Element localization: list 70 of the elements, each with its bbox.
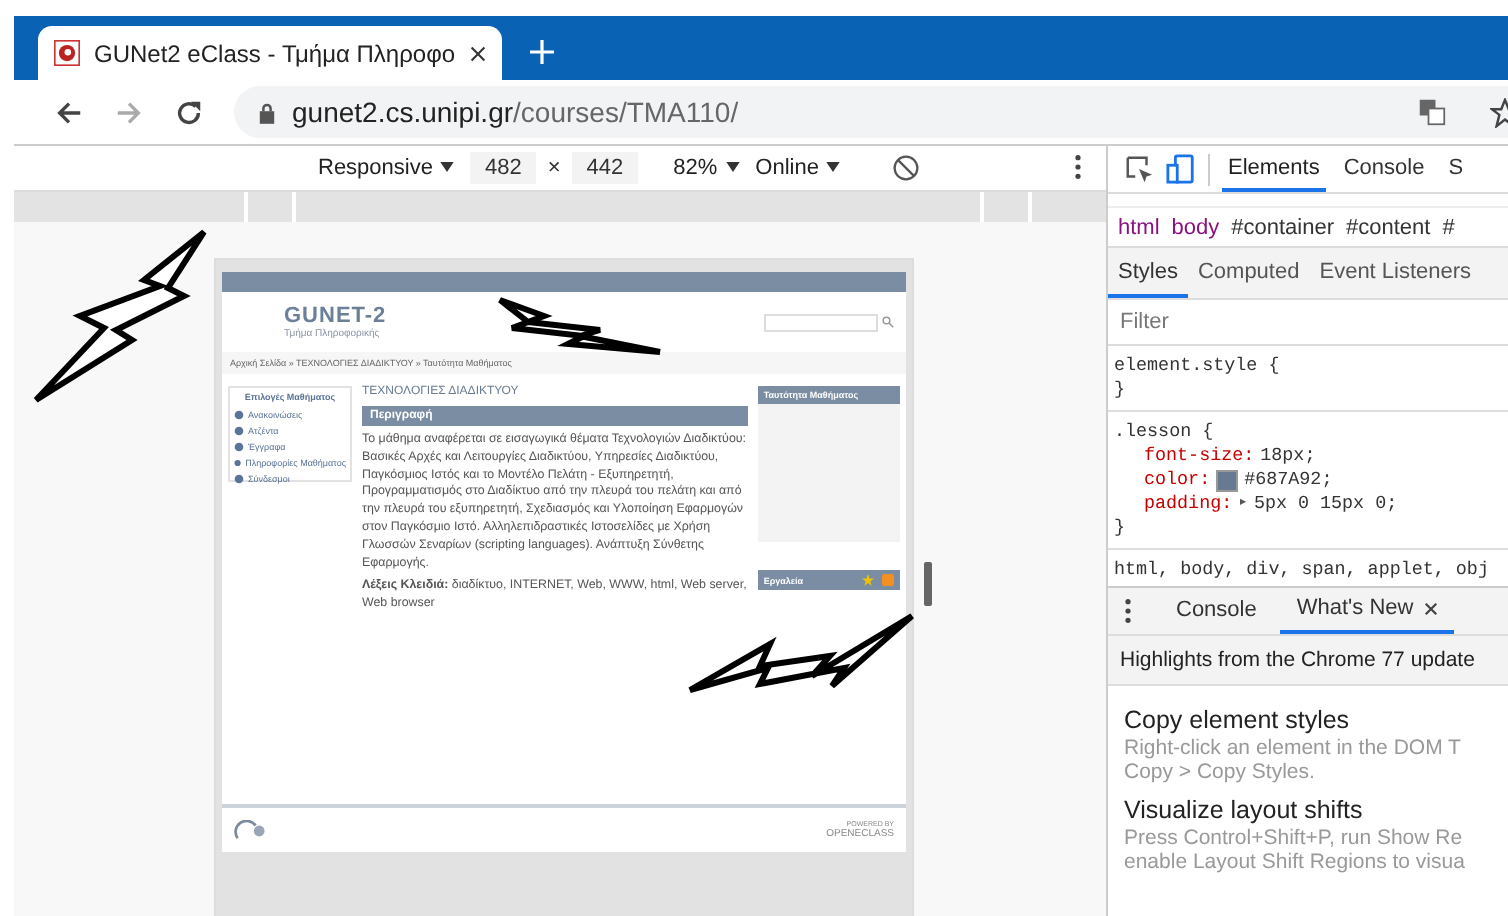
brace: { (1268, 354, 1280, 376)
bullet-icon (234, 473, 244, 483)
bullet-icon (234, 409, 244, 419)
feature-title: Copy element styles (1124, 706, 1352, 734)
bullet-icon (234, 425, 244, 435)
filter-field[interactable]: Filter (1108, 310, 1492, 334)
device-icon[interactable] (1166, 154, 1196, 184)
bullet-icon (234, 457, 242, 467)
logo-icon (54, 40, 80, 66)
breadcrumb-item[interactable]: # (1442, 215, 1455, 239)
search-field[interactable] (764, 313, 878, 331)
star-icon[interactable] (862, 574, 874, 586)
breadcrumb-item[interactable]: #content (1346, 215, 1431, 239)
css-property: color: (1144, 468, 1211, 492)
browser-tab[interactable]: GUNet2 eClass - Τμήμα Πληροφο (38, 26, 502, 80)
feature-title: Visualize layout shifts (1124, 796, 1365, 824)
times-sign: × (547, 155, 561, 180)
devtools-tab[interactable]: Elements (1222, 146, 1326, 192)
feature-description: Copy > Copy Styles. (1124, 760, 1317, 784)
bullet-icon (234, 441, 244, 451)
devtools-tab[interactable]: S (1442, 146, 1470, 192)
close-icon[interactable] (469, 45, 486, 61)
breadcrumb-item[interactable]: body (1171, 215, 1220, 239)
resize-handle[interactable] (924, 562, 932, 606)
feature-description: Press Control+Shift+P, run Show Re (1124, 826, 1465, 850)
caret-icon (826, 162, 841, 173)
rotate-icon[interactable] (892, 153, 921, 182)
search-icon[interactable] (882, 316, 894, 328)
css-value: 5px 0 15px 0; (1253, 492, 1398, 516)
expand-toggle[interactable]: ▸ (1238, 492, 1248, 516)
styles-tab[interactable]: Event Listeners (1309, 248, 1482, 298)
inspect-icon[interactable] (1124, 154, 1154, 184)
color-swatch[interactable] (1216, 469, 1239, 491)
caret-icon (440, 162, 455, 173)
css-value: 18px; (1260, 444, 1316, 468)
more-icon[interactable] (1124, 598, 1132, 624)
css-selector: html, body, div, span, applet, obj (1114, 558, 1489, 580)
network-dropdown[interactable]: Online (755, 155, 841, 180)
width-field[interactable]: 482 (470, 151, 536, 184)
back-icon[interactable] (54, 97, 84, 127)
breadcrumb-item[interactable]: #container (1231, 215, 1335, 239)
translate-icon[interactable] (1418, 98, 1446, 126)
css-property: padding: (1144, 492, 1233, 516)
brace: } (1114, 516, 1126, 538)
styles-tab[interactable]: Styles (1108, 248, 1188, 298)
caret-icon (725, 162, 740, 173)
more-icon[interactable] (1074, 154, 1082, 181)
site-logo: GUNET-2 (284, 304, 387, 328)
devtools-tab[interactable]: Console (1337, 146, 1431, 192)
info-banner: Highlights from the Chrome 77 update (1108, 636, 1508, 686)
feature-description: enable Layout Shift Regions to visua (1124, 850, 1467, 874)
breadcrumb-item[interactable]: html (1118, 215, 1160, 239)
device-dropdown[interactable]: Responsive (318, 155, 455, 180)
reload-icon[interactable] (174, 97, 204, 127)
new-tab-icon[interactable] (529, 40, 554, 64)
feature-description: Right-click an element in the DOM T (1124, 736, 1463, 760)
lock-icon (258, 101, 276, 123)
drawer-tab[interactable]: Console (1160, 588, 1273, 634)
address-bar[interactable]: gunet2.cs.unipi.gr/courses/TMA110/ (234, 86, 1508, 138)
brace: } (1114, 378, 1126, 400)
css-selector: .lesson (1114, 420, 1192, 442)
css-property: font-size: (1144, 444, 1255, 468)
css-value: #687A92; (1244, 468, 1333, 492)
css-selector: element.style (1114, 354, 1258, 376)
brace: { (1202, 420, 1214, 442)
close-icon[interactable] (1423, 602, 1438, 616)
zoom-dropdown[interactable]: 82% (673, 155, 740, 180)
height-field[interactable]: 442 (572, 151, 638, 184)
styles-tab[interactable]: Computed (1187, 248, 1310, 298)
logo-icon (234, 819, 270, 841)
